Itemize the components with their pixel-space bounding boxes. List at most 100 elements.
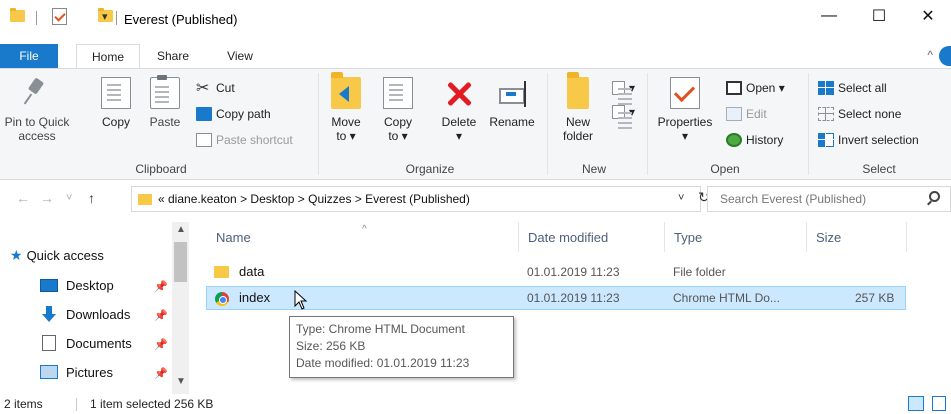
back-button[interactable]: ← (16, 190, 30, 206)
star-icon: ★ (10, 246, 23, 263)
nav-label: Desktop (66, 277, 114, 293)
file-tooltip: Type: Chrome HTML Document Size: 256 KB … (289, 316, 514, 378)
select-all-button[interactable]: Select all (818, 81, 887, 95)
large-icons-view-icon[interactable] (932, 396, 946, 411)
copy-path-icon (196, 107, 212, 121)
column-divider[interactable] (664, 222, 665, 252)
rename-button[interactable]: Rename (486, 77, 538, 129)
nav-item-documents[interactable]: Documents (40, 330, 132, 356)
invert-selection-button[interactable]: Invert selection (818, 133, 919, 147)
select-all-label: Select all (838, 81, 887, 95)
scroll-up-arrow[interactable]: ▲ (176, 224, 186, 235)
close-button[interactable]: ✕ (905, 0, 951, 32)
nav-quick-access[interactable]: ★ Quick access (10, 242, 104, 268)
nav-label: Downloads (66, 306, 131, 322)
rename-icon (497, 77, 527, 109)
item-count: 2 items (4, 397, 43, 411)
folder-icon (138, 194, 152, 205)
pin-icon: 📌 (154, 281, 168, 293)
downloads-icon (40, 306, 58, 322)
copy-to-label: Copy (383, 115, 412, 129)
pin-to-quick-access-button[interactable]: Pin to Quick access (4, 77, 70, 143)
help-icon[interactable] (939, 46, 951, 66)
tab-share[interactable]: Share (148, 44, 198, 68)
column-header-type[interactable]: Type (674, 230, 702, 245)
history-button[interactable]: History (726, 133, 783, 147)
cut-button[interactable]: Cut (196, 78, 235, 98)
search-input[interactable]: Search Everest (Published) (707, 186, 951, 212)
breadcrumb[interactable]: « diane.keaton > Desktop > Quizzes > Eve… (158, 192, 470, 206)
delete-dropdown[interactable]: ▾ (436, 129, 482, 143)
tab-view[interactable]: View (214, 44, 266, 68)
address-bar[interactable]: « diane.keaton > Desktop > Quizzes > Eve… (131, 186, 701, 212)
column-divider[interactable] (906, 222, 907, 252)
chrome-icon (215, 292, 229, 306)
column-divider[interactable] (518, 222, 519, 252)
copy-to-label2: to ▾ (388, 129, 408, 143)
paste-button[interactable]: Paste (145, 75, 185, 129)
open-label: Open ▾ (746, 81, 785, 95)
tab-home[interactable]: Home (76, 44, 140, 68)
edit-button[interactable]: Edit (726, 107, 767, 121)
nav-scrollbar[interactable]: ▲ ▼ (172, 222, 189, 394)
nav-item-pictures[interactable]: Pictures (40, 359, 113, 385)
column-divider[interactable] (806, 222, 807, 252)
new-folder-button[interactable]: New folder (556, 72, 600, 143)
status-separator (76, 398, 77, 411)
separator (36, 11, 37, 25)
group-label-organize: Organize (405, 162, 455, 176)
desktop-icon (40, 278, 58, 292)
properties-check-icon[interactable] (52, 8, 67, 25)
column-header-date[interactable]: Date modified (528, 230, 608, 245)
nav-item-desktop[interactable]: Desktop (40, 272, 114, 298)
tab-file[interactable]: File (0, 44, 58, 68)
nav-item-downloads[interactable]: Downloads (40, 301, 130, 327)
file-row-data[interactable]: data 01.01.2019 11:23 File folder (206, 260, 906, 284)
pin-label-line1: Pin to Quick (4, 115, 70, 129)
file-row-index[interactable]: index 01.01.2019 11:23 Chrome HTML Do...… (206, 286, 906, 310)
properties-button[interactable]: Properties ▾ (652, 77, 718, 143)
documents-icon (42, 335, 56, 351)
paste-icon (150, 75, 180, 109)
nav-label: Pictures (66, 364, 113, 380)
maximize-button[interactable]: ☐ (856, 0, 902, 32)
column-header-name[interactable]: Name (216, 230, 251, 245)
file-date: 01.01.2019 11:23 (527, 265, 620, 279)
file-size: 257 KB (855, 291, 895, 305)
copy-to-button[interactable]: Copy to ▾ (378, 77, 418, 143)
new-item-icon (612, 81, 632, 95)
pin-icon: 📌 (154, 368, 168, 380)
status-bar: 2 items 1 item selected 256 KB (0, 394, 951, 414)
group-separator (547, 73, 548, 175)
recent-locations-button[interactable]: ˅ (66, 192, 72, 204)
nav-label: Documents (66, 335, 132, 351)
rename-label: Rename (489, 115, 535, 129)
group-label-select: Select (862, 162, 896, 176)
up-button[interactable]: ↑ (88, 190, 95, 206)
customize-qa-dropdown[interactable]: ▾ (102, 10, 108, 23)
copy-button[interactable]: Copy (98, 77, 134, 129)
address-dropdown[interactable]: ˅ (678, 192, 684, 204)
column-header-size[interactable]: Size (816, 230, 841, 245)
move-to-button[interactable]: Move to ▾ (326, 72, 366, 143)
select-none-button[interactable]: Select none (818, 107, 901, 121)
copy-path-button[interactable]: Copy path (196, 107, 271, 121)
details-view-icon[interactable] (908, 396, 924, 411)
forward-button[interactable]: → (40, 190, 54, 206)
scroll-down-arrow[interactable]: ▼ (176, 376, 186, 387)
paste-shortcut-button[interactable]: Paste shortcut (196, 133, 293, 147)
ribbon: Pin to Quick access Copy Paste Cut Copy … (0, 68, 951, 180)
minimize-button[interactable]: — (806, 0, 852, 32)
open-button[interactable]: Open ▾ (726, 81, 785, 95)
scroll-thumb[interactable] (174, 242, 187, 282)
new-item-button[interactable]: ▾ (612, 81, 635, 95)
paste-shortcut-label: Paste shortcut (216, 133, 293, 147)
ribbon-collapse-icon[interactable]: ^ (927, 48, 933, 62)
search-placeholder: Search Everest (Published) (720, 192, 867, 206)
copy-to-icon (383, 77, 413, 109)
properties-dropdown[interactable]: ▾ (652, 129, 718, 143)
easy-access-button[interactable]: ▾ (612, 105, 635, 119)
navigation-pane: ★ Quick access Desktop Downloads Documen… (0, 222, 190, 394)
mouse-cursor-icon (294, 290, 308, 310)
delete-button[interactable]: Delete ▾ (436, 77, 482, 143)
